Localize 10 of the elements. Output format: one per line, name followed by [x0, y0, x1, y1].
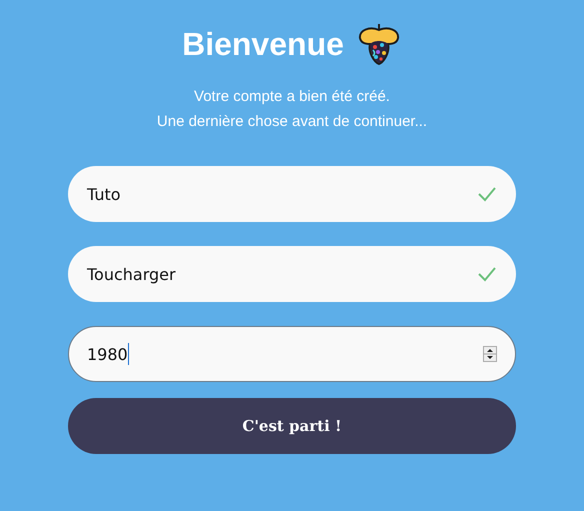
input-field[interactable]: 1980	[68, 326, 516, 382]
check-icon	[477, 266, 497, 282]
submit-button[interactable]: C'est parti !	[68, 398, 516, 454]
check-icon	[477, 186, 497, 202]
input-field[interactable]: Toucharger	[68, 246, 516, 302]
spinner-icon[interactable]	[483, 346, 497, 362]
subtitle-text: Votre compte a bien été créé.	[194, 87, 390, 107]
input-field[interactable]: Tuto	[68, 166, 516, 222]
subtitle-text: Une dernière chose avant de continuer...	[156, 112, 428, 132]
page-title: Bienvenue	[182, 26, 344, 62]
